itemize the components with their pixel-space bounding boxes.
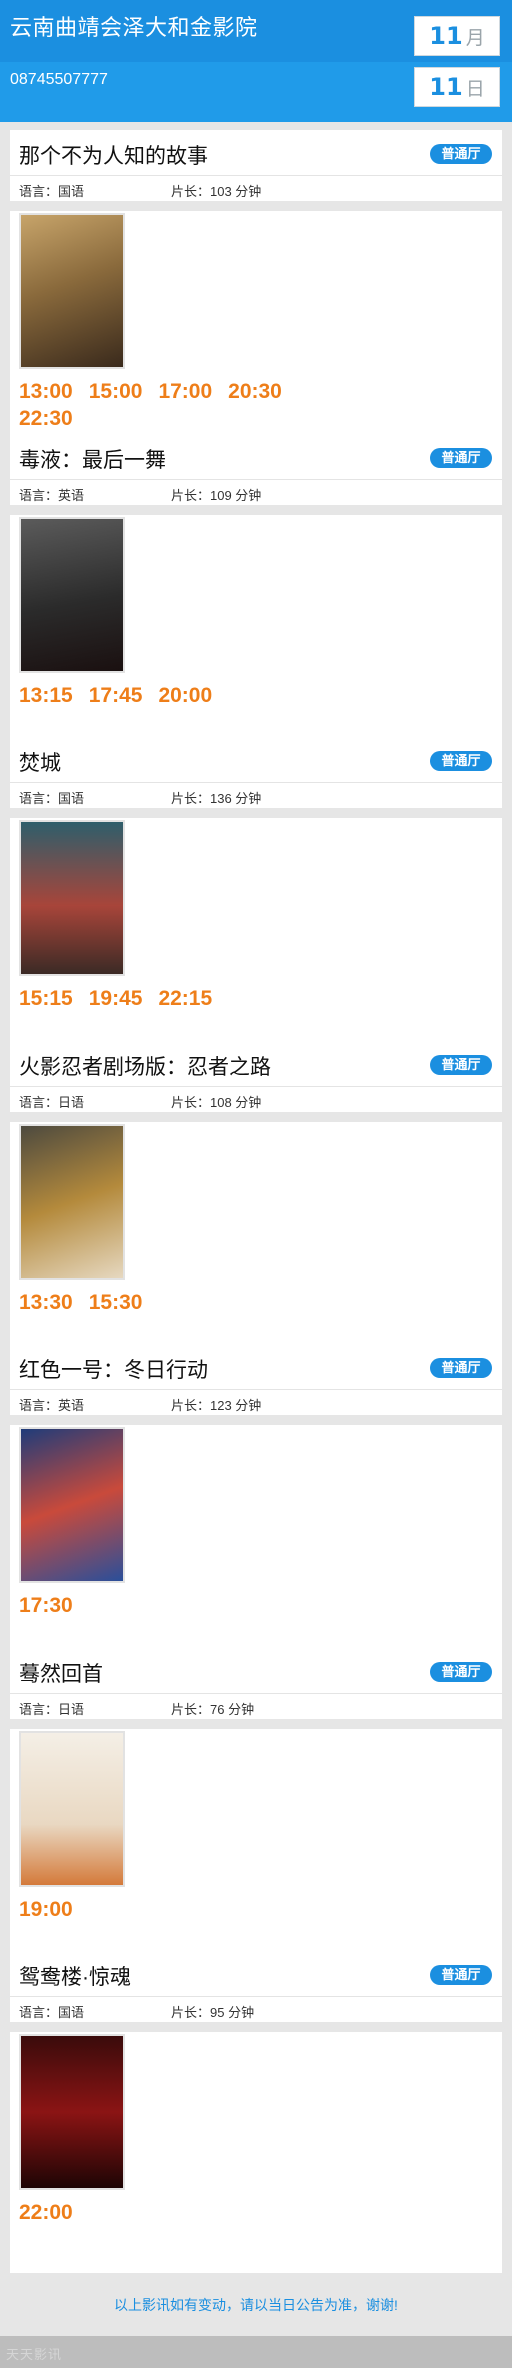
poster-image <box>21 1429 123 1581</box>
movie-title-row[interactable]: 焚城 普通厅 <box>10 737 502 782</box>
movie-title[interactable]: 焚城 <box>19 747 61 777</box>
hall-badge: 普通厅 <box>430 1662 492 1682</box>
showtime-list: 19:00 <box>19 1896 319 1923</box>
showtime-card: 19:00 <box>10 1729 502 1970</box>
movie-title-row[interactable]: 火影忍者剧场版：忍者之路 普通厅 <box>10 1041 502 1086</box>
hall-badge: 普通厅 <box>430 751 492 771</box>
header: 云南曲靖会泽大和金影院 08745507777 11 月 11 日 <box>0 0 512 122</box>
watermark: 天天影讯 <box>6 2347 63 2362</box>
showtime-card: 13:30 15:30 <box>10 1122 502 1363</box>
movie-info-row: 语言：英语 片长：123 分钟 <box>10 1389 502 1415</box>
movie-title[interactable]: 毒液：最后一舞 <box>19 444 166 474</box>
movie-duration: 片长：109 分钟 <box>171 488 262 503</box>
showtime-card: 22:00 <box>10 2032 502 2273</box>
cinema-phone[interactable]: 08745507777 <box>10 71 108 89</box>
movie-duration: 片长：103 分钟 <box>171 184 262 199</box>
movie-poster[interactable] <box>19 820 125 976</box>
showtime-list: 17:30 <box>19 1592 319 1619</box>
hall-badge: 普通厅 <box>430 1358 492 1378</box>
movie-info-row: 语言：日语 片长：108 分钟 <box>10 1086 502 1112</box>
showtime[interactable]: 19:00 <box>19 1896 73 1923</box>
showtime[interactable]: 15:30 <box>89 1289 143 1316</box>
month-unit: 月 <box>465 28 485 49</box>
showtime[interactable]: 13:30 <box>19 1289 73 1316</box>
movie-language: 语言：国语 <box>19 184 85 199</box>
showtime[interactable]: 22:00 <box>19 2199 73 2226</box>
bottom-bar: 天天影讯 <box>0 2336 512 2368</box>
showtime[interactable]: 20:30 <box>228 378 282 405</box>
showtime[interactable]: 13:15 <box>19 682 73 709</box>
poster-image <box>21 215 123 367</box>
showtime[interactable]: 17:30 <box>19 1592 73 1619</box>
movie-language: 语言：国语 <box>19 2005 85 2020</box>
movie-poster[interactable] <box>19 213 125 369</box>
showtime[interactable]: 22:30 <box>19 405 73 432</box>
movie-info-row: 语言：国语 片长：95 分钟 <box>10 1996 502 2022</box>
showtime-list: 13:00 15:00 17:00 20:30 22:30 <box>19 378 319 432</box>
movie-info-row: 语言：日语 片长：76 分钟 <box>10 1693 502 1719</box>
movie-language: 语言：英语 <box>19 488 85 503</box>
movie-poster[interactable] <box>19 1124 125 1280</box>
showtime[interactable]: 13:00 <box>19 378 73 405</box>
showtime-list: 22:00 <box>19 2199 319 2226</box>
poster-image <box>21 519 123 671</box>
showtime-list: 13:15 17:45 20:00 <box>19 682 319 709</box>
movie-title[interactable]: 蓦然回首 <box>19 1658 103 1688</box>
showtime[interactable]: 20:00 <box>158 682 212 709</box>
day-number: 11 <box>429 73 463 101</box>
showtime[interactable]: 17:45 <box>89 682 143 709</box>
movie-title[interactable]: 鸳鸯楼·惊魂 <box>19 1961 131 1991</box>
showtime-card: 15:15 19:45 22:15 <box>10 818 502 1059</box>
movie-title-row[interactable]: 红色一号：冬日行动 普通厅 <box>10 1344 502 1389</box>
movie-title-row[interactable]: 毒液：最后一舞 普通厅 <box>10 434 502 479</box>
month-number: 11 <box>429 22 463 50</box>
movie-duration: 片长：136 分钟 <box>171 791 262 806</box>
poster-image <box>21 1126 123 1278</box>
movie-info-row: 语言：国语 片长：103 分钟 <box>10 175 502 201</box>
showtime[interactable]: 15:00 <box>89 378 143 405</box>
movie-duration: 片长：76 分钟 <box>171 1702 255 1717</box>
movie-duration: 片长：108 分钟 <box>171 1095 262 1110</box>
month-box: 11 月 <box>414 16 500 56</box>
movie-language: 语言：英语 <box>19 1398 85 1413</box>
showtime-list: 15:15 19:45 22:15 <box>19 985 319 1012</box>
movie-title-row[interactable]: 鸳鸯楼·惊魂 普通厅 <box>10 1951 502 1996</box>
movie-poster[interactable] <box>19 517 125 673</box>
movie-title[interactable]: 火影忍者剧场版：忍者之路 <box>19 1051 271 1081</box>
showtime[interactable]: 15:15 <box>19 985 73 1012</box>
hall-badge: 普通厅 <box>430 1965 492 1985</box>
schedule-notice: 以上影讯如有变动，请以当日公告为准，谢谢! <box>114 2297 398 2313</box>
movie-duration: 片长：123 分钟 <box>171 1398 262 1413</box>
movie-language: 语言：日语 <box>19 1095 85 1110</box>
showtime[interactable]: 17:00 <box>158 378 212 405</box>
showtime[interactable]: 19:45 <box>89 985 143 1012</box>
cinema-name: 云南曲靖会泽大和金影院 <box>10 15 258 40</box>
showtime-card: 17:30 <box>10 1425 502 1666</box>
showtime-card: 13:00 15:00 17:00 20:30 22:30 <box>10 211 502 452</box>
movie-poster[interactable] <box>19 1731 125 1887</box>
movie-title-row[interactable]: 那个不为人知的故事 普通厅 <box>10 130 502 175</box>
poster-image <box>21 2036 123 2188</box>
movie-duration: 片长：95 分钟 <box>171 2005 255 2020</box>
hall-badge: 普通厅 <box>430 448 492 468</box>
showtime-card: 13:15 17:45 20:00 <box>10 515 502 756</box>
movie-title[interactable]: 红色一号：冬日行动 <box>19 1354 208 1384</box>
movie-poster[interactable] <box>19 2034 125 2190</box>
hall-badge: 普通厅 <box>430 144 492 164</box>
showtime[interactable]: 22:15 <box>158 985 212 1012</box>
movie-title[interactable]: 那个不为人知的故事 <box>19 140 208 170</box>
movie-poster[interactable] <box>19 1427 125 1583</box>
movie-info-row: 语言：英语 片长：109 分钟 <box>10 479 502 505</box>
movie-language: 语言：日语 <box>19 1702 85 1717</box>
movie-info-row: 语言：国语 片长：136 分钟 <box>10 782 502 808</box>
day-box: 11 日 <box>414 67 500 107</box>
showtime-list: 13:30 15:30 <box>19 1289 319 1316</box>
day-unit: 日 <box>465 79 485 100</box>
movie-language: 语言：国语 <box>19 791 85 806</box>
poster-image <box>21 822 123 974</box>
poster-image <box>21 1733 123 1885</box>
movie-title-row[interactable]: 蓦然回首 普通厅 <box>10 1648 502 1693</box>
hall-badge: 普通厅 <box>430 1055 492 1075</box>
